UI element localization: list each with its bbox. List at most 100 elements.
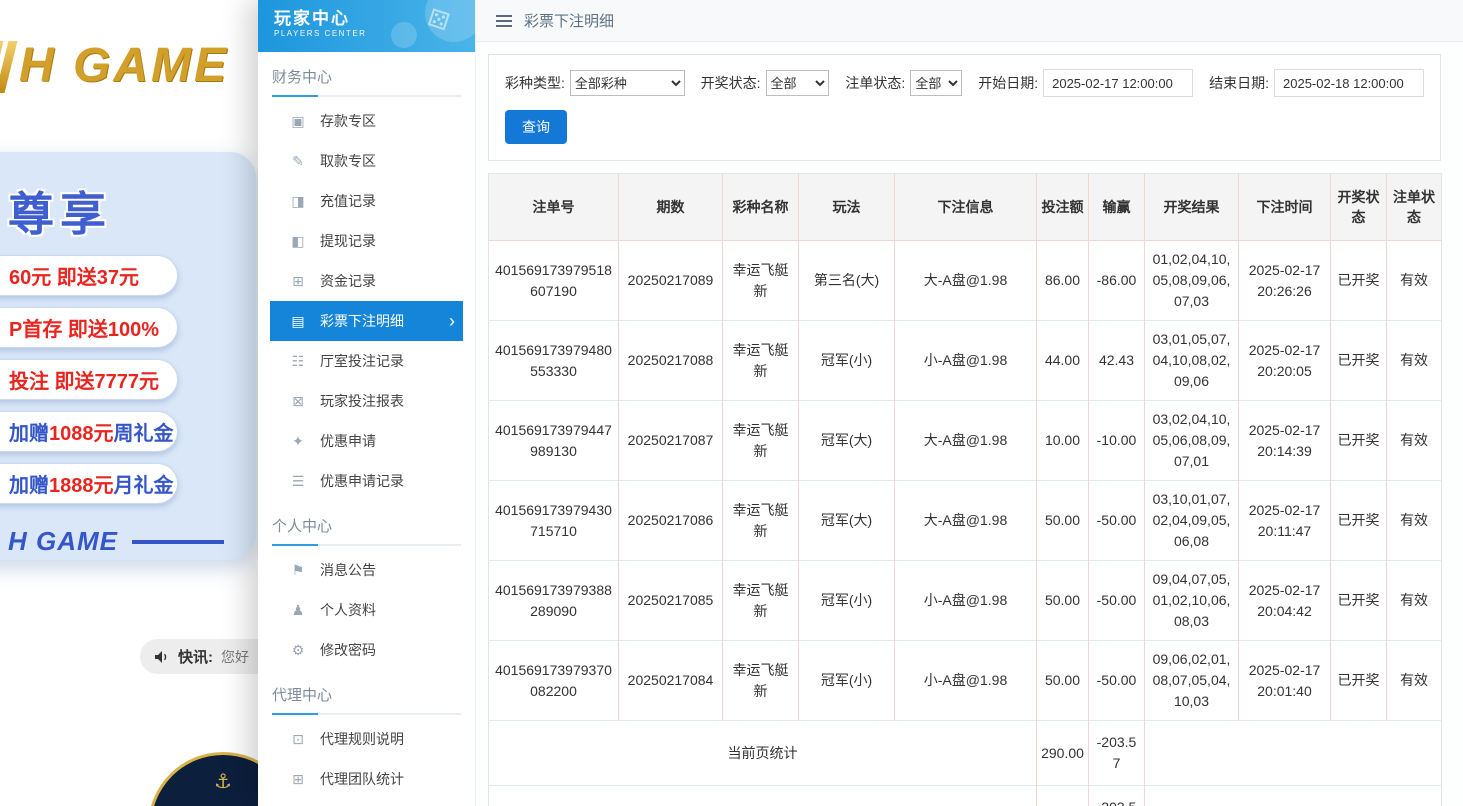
table-cell: 2025-02-17 20:26:26 (1239, 241, 1331, 321)
main-header: 彩票下注明细 (476, 0, 1463, 42)
table-cell: 小-A盘@1.98 (895, 321, 1037, 401)
sidebar-item-lottery-bets[interactable]: ▤彩票下注明细› (270, 301, 463, 341)
player-center-subtitle: PLAYERS CENTER (274, 29, 475, 38)
filter-panel: 彩种类型: 全部彩种 开奖状态: 全部 注单状态: 全部 开始日期: (488, 54, 1441, 161)
sidebar-item-password-gear[interactable]: ⚙修改密码 (270, 630, 463, 670)
sidebar-item-withdraw-pen[interactable]: ✎取款专区 (270, 141, 463, 181)
table-cell: 幸运飞艇新 (723, 481, 799, 561)
table-cell: 2025-02-17 20:01:40 (1239, 641, 1331, 721)
sidebar-item-room-bets[interactable]: ☷ 厅室投注记录 (270, 341, 463, 381)
promo-pill-text: P首存 即送100% (9, 319, 159, 341)
table-header-cell: 注单状态 (1387, 174, 1442, 241)
search-button[interactable]: 查询 (505, 110, 567, 144)
table-row: 40156917397943071571020250217086幸运飞艇新冠军(… (489, 481, 1442, 561)
chevron-right-icon: › (449, 312, 455, 330)
lottery-type-select[interactable]: 全部彩种 (570, 70, 685, 96)
sidebar-item-label: 充值记录 (320, 191, 376, 211)
table-cell: 03,10,01,07,02,04,09,05,06,08 (1145, 481, 1239, 561)
table-cell: 幸运飞艇新 (723, 561, 799, 641)
order-status-select[interactable]: 全部 (910, 70, 962, 96)
end-date-label: 结束日期: (1209, 73, 1269, 93)
deposit-card-icon: ▣ (288, 113, 308, 130)
promo-pill-text: 投注 即送7777元 (9, 371, 159, 393)
promo-pill-text: 月礼金 (114, 475, 174, 497)
summary-empty-cell (1145, 721, 1442, 786)
table-cell: 冠军(小) (799, 321, 895, 401)
table-cell: 幸运飞艇新 (723, 641, 799, 721)
sidebar-item-profile[interactable]: ♟个人资料 (270, 590, 463, 630)
table-cell: 10.00 (1037, 401, 1089, 481)
sidebar-item-label: 消息公告 (320, 560, 376, 580)
room-bets-icon: ☷ (288, 353, 308, 370)
sidebar-item-label: 个人资料 (320, 600, 376, 620)
player-center-sidebar: ⚄ 玩家中心 PLAYERS CENTER 财务中心▣存款专区✎取款专区◨充值记… (258, 0, 476, 806)
table-header-cell: 下注时间 (1239, 174, 1331, 241)
promo-pill-list: 60元 即送37元P首存 即送100%投注 即送7777元加赠1088元周礼金加… (8, 255, 256, 504)
promo-pill: 加赠1088元周礼金 (0, 411, 178, 452)
table-cell: 冠军(大) (799, 401, 895, 481)
table-header-cell: 彩种名称 (723, 174, 799, 241)
table-cell: 20250217085 (619, 561, 723, 641)
sidebar-item-label: 代理规则说明 (320, 729, 404, 749)
sidebar-item-promo-record[interactable]: ☰优惠申请记录 (270, 461, 463, 501)
sidebar-item-label: 存款专区 (320, 111, 376, 131)
player-report-icon: ⊠ (288, 393, 308, 410)
table-cell: 86.00 (1037, 241, 1089, 321)
table-header-cell: 输赢 (1089, 174, 1145, 241)
table-cell: 01,02,04,10,05,08,09,06,07,03 (1145, 241, 1239, 321)
sidebar-item-announcement-bell[interactable]: ⚑消息公告 (270, 550, 463, 590)
start-date-input[interactable] (1043, 69, 1193, 97)
table-cell: 幸运飞艇新 (723, 321, 799, 401)
sidebar-item-player-report[interactable]: ⊠玩家投注报表 (270, 381, 463, 421)
sidebar-item-label: 资金记录 (320, 271, 376, 291)
promo-pill: 投注 即送7777元 (0, 359, 178, 400)
table-cell: -50.00 (1089, 561, 1145, 641)
promo-pill-text: 加赠 (9, 475, 49, 497)
promo-pill-text: 周礼金 (114, 423, 174, 445)
logo-bars-decoration (0, 41, 17, 93)
table-header-cell: 开奖状态 (1331, 174, 1387, 241)
table-cell: 冠军(小) (799, 641, 895, 721)
table-cell: 03,02,04,10,05,06,08,09,07,01 (1145, 401, 1239, 481)
sidebar-sections: 财务中心▣存款专区✎取款专区◨充值记录◧提现记录⊞资金记录▤彩票下注明细›☷厅室… (258, 66, 475, 799)
draw-status-label: 开奖状态: (701, 73, 761, 93)
sidebar-item-agent-rules[interactable]: ⊡代理规则说明 (270, 719, 463, 759)
bet-table: 注单号期数彩种名称玩法下注信息投注额输赢开奖结果下注时间开奖状态注单状态 401… (488, 173, 1442, 806)
table-cell: 已开奖 (1331, 241, 1387, 321)
ticker-text: 您好 (221, 647, 249, 667)
table-cell: 401569173979430715710 (489, 481, 619, 561)
table-cell: 401569173979480553330 (489, 321, 619, 401)
sidebar-item-agent-team[interactable]: ⊞代理团队统计 (270, 759, 463, 799)
table-cell: 有效 (1387, 481, 1442, 561)
sidebar-item-cashout-record[interactable]: ◧提现记录 (270, 221, 463, 261)
table-cell: 有效 (1387, 641, 1442, 721)
table-cell: -10.00 (1089, 401, 1145, 481)
table-cell: 20250217087 (619, 401, 723, 481)
table-row: 40156917397938828909020250217085幸运飞艇新冠军(… (489, 561, 1442, 641)
table-cell: 2025-02-17 20:20:05 (1239, 321, 1331, 401)
summary-winloss-total-cell: -203.57 (1089, 786, 1145, 806)
table-cell: 已开奖 (1331, 321, 1387, 401)
promo-footer-logo: H GAME (8, 526, 256, 557)
table-cell: 大-A盘@1.98 (895, 401, 1037, 481)
sidebar-item-funds-record[interactable]: ⊞资金记录 (270, 261, 463, 301)
agent-team-icon: ⊞ (288, 771, 308, 788)
end-date-input[interactable] (1274, 69, 1424, 97)
sidebar-item-deposit-card[interactable]: ▣ 存款专区 (270, 101, 463, 141)
promo-pill: P首存 即送100% (0, 307, 178, 348)
speaker-icon (154, 650, 170, 664)
sidebar-item-promo-apply[interactable]: ✦优惠申请 (270, 421, 463, 461)
sidebar-item-recharge-record[interactable]: ◨充值记录 (270, 181, 463, 221)
main-content: 彩种类型: 全部彩种 开奖状态: 全部 注单状态: 全部 开始日期: (476, 42, 1463, 806)
table-cell: 冠军(小) (799, 561, 895, 641)
page-title: 彩票下注明细 (524, 10, 614, 31)
bet-table-body: 40156917397951860719020250217089幸运飞艇新第三名… (489, 241, 1442, 806)
sidebar-item-label: 厅室投注记录 (320, 351, 404, 371)
sidebar-item-label: 优惠申请记录 (320, 471, 404, 491)
table-cell: 幸运飞艇新 (723, 401, 799, 481)
table-header-cell: 下注信息 (895, 174, 1037, 241)
table-cell: 2025-02-17 20:04:42 (1239, 561, 1331, 641)
menu-hamburger-icon[interactable] (496, 15, 512, 27)
sidebar-item-label: 修改密码 (320, 640, 376, 660)
draw-status-select[interactable]: 全部 (766, 70, 830, 96)
